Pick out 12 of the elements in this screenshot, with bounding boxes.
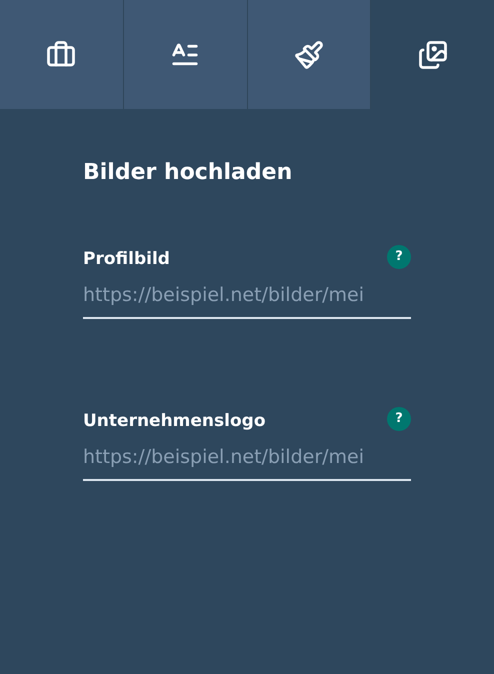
field-label: Unternehmenslogo <box>83 410 266 433</box>
help-button[interactable]: ? <box>387 244 411 269</box>
brush-icon <box>294 40 324 70</box>
help-button[interactable]: ? <box>387 406 411 431</box>
briefcase-icon <box>46 40 76 70</box>
section-title: Bilder hochladen <box>83 159 294 187</box>
tab[interactable] <box>0 0 123 109</box>
tab[interactable] <box>246 0 370 109</box>
url-input-field[interactable]: https://beispiel.net/bilder/mei <box>83 442 411 481</box>
url-input-field[interactable]: https://beispiel.net/bilder/mei <box>83 280 411 319</box>
images-icon <box>418 40 448 70</box>
field-label: Profilbild <box>83 248 170 271</box>
